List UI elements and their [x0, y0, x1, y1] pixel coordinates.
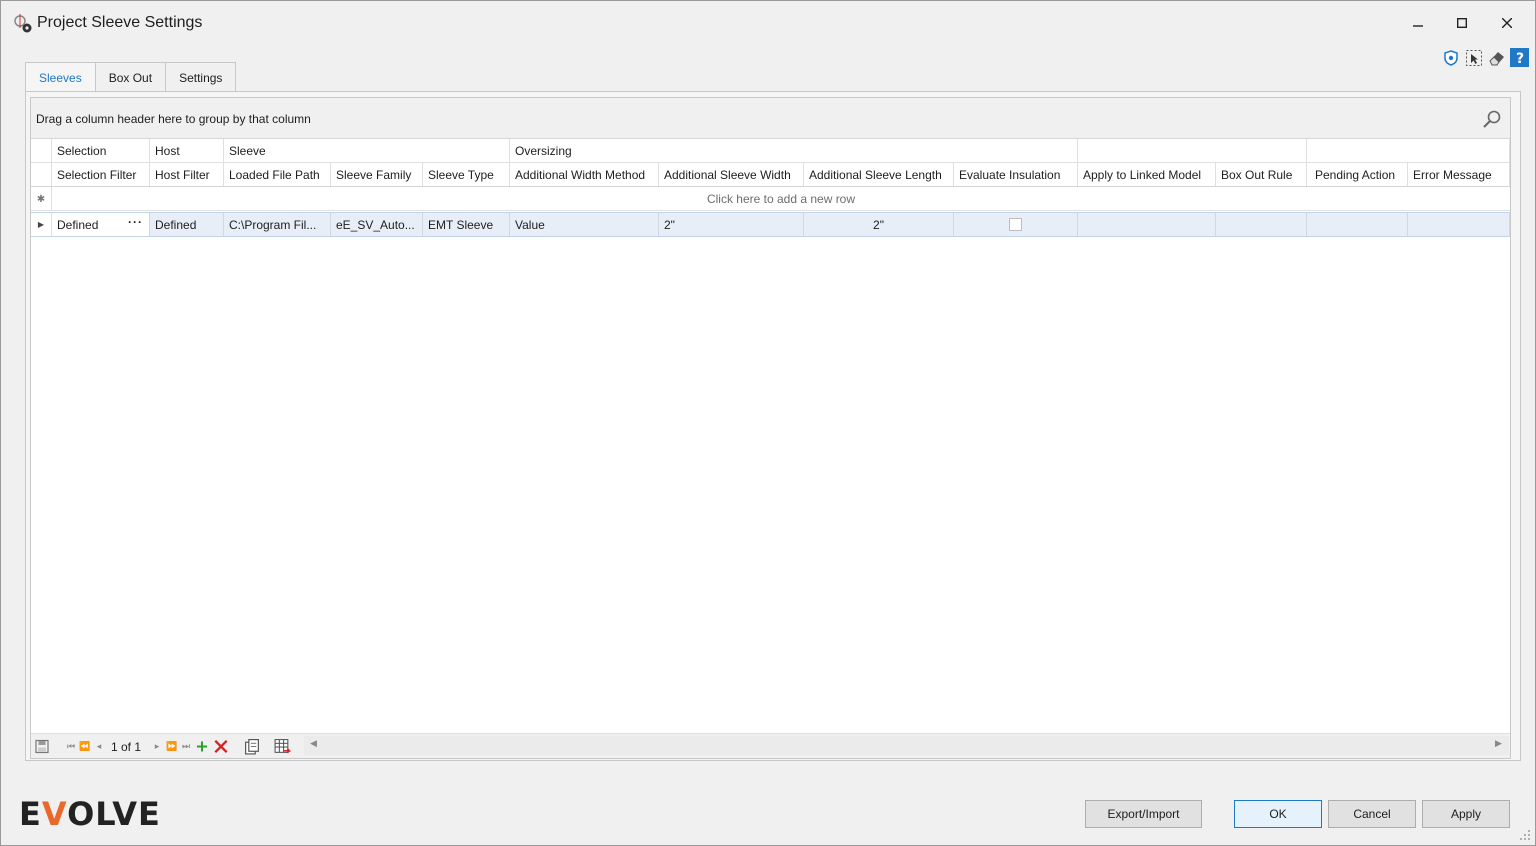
evaluate-insulation-checkbox[interactable]: [1009, 218, 1022, 231]
sleeve-settings-app-icon: [14, 14, 32, 33]
new-item-row[interactable]: ✱ Click here to add a new row: [31, 187, 1510, 211]
band-header-selection[interactable]: Selection: [52, 139, 150, 162]
copy-icon[interactable]: [243, 738, 261, 755]
table-row[interactable]: ▶ Defined ··· Defined C:\Program Fil... …: [31, 212, 1510, 237]
selection-filter-value: Defined: [57, 217, 99, 232]
search-icon[interactable]: [1481, 108, 1503, 130]
close-button[interactable]: [1484, 9, 1530, 37]
column-header-evaluate-insulation[interactable]: Evaluate Insulation: [954, 163, 1078, 186]
column-header-sleeve-type[interactable]: Sleeve Type: [423, 163, 510, 186]
cell-host-filter[interactable]: Defined: [150, 213, 224, 236]
column-header-box-out-rule[interactable]: Box Out Rule: [1216, 163, 1307, 186]
band-header-blank-1[interactable]: [1078, 139, 1307, 162]
group-by-panel[interactable]: Drag a column header here to group by th…: [31, 98, 1510, 139]
tab-settings[interactable]: Settings: [165, 62, 237, 92]
new-row-hint: Click here to add a new row: [706, 192, 856, 206]
column-header-spacer: [31, 163, 52, 186]
toolbar-icons: ?: [1441, 48, 1529, 68]
cell-pending-action[interactable]: [1307, 213, 1408, 236]
cell-evaluate-insulation[interactable]: [954, 213, 1078, 236]
cell-additional-sleeve-length[interactable]: 2": [804, 213, 954, 236]
delete-record-icon[interactable]: [213, 738, 229, 755]
cell-selection-filter[interactable]: Defined ···: [52, 213, 150, 236]
tab-box-out[interactable]: Box Out: [94, 62, 167, 92]
window-title: Project Sleeve Settings: [37, 14, 203, 31]
band-header-spacer: [31, 139, 52, 162]
ok-button[interactable]: OK: [1234, 800, 1322, 828]
row-indicator-arrow-icon[interactable]: ▶: [31, 213, 52, 236]
column-header-host-filter[interactable]: Host Filter: [150, 163, 224, 186]
maximize-button[interactable]: [1439, 9, 1485, 37]
band-header-blank-2[interactable]: [1307, 139, 1510, 162]
column-header-additional-width-method[interactable]: Additional Width Method: [510, 163, 659, 186]
sleeves-grid: Drag a column header here to group by th…: [30, 97, 1511, 759]
cell-sleeve-family[interactable]: eE_SV_Auto...: [331, 213, 423, 236]
band-header-sleeve[interactable]: Sleeve: [224, 139, 510, 162]
cell-error-message[interactable]: [1408, 213, 1510, 236]
tab-strip: Sleeves Box Out Settings: [25, 62, 237, 93]
shield-icon[interactable]: [1441, 48, 1460, 67]
column-header-selection-filter[interactable]: Selection Filter: [52, 163, 150, 186]
svg-text:?: ?: [1515, 51, 1523, 66]
group-by-hint: Drag a column header here to group by th…: [36, 112, 311, 126]
tab-sleeves[interactable]: Sleeves: [25, 62, 96, 93]
project-sleeve-settings-window: Project Sleeve Settings ? Sleeves Box Ou…: [0, 0, 1536, 846]
column-header-additional-sleeve-length[interactable]: Additional Sleeve Length: [804, 163, 954, 186]
evolve-logo-text: EVOLVE: [19, 795, 161, 833]
eraser-icon[interactable]: [1487, 48, 1506, 67]
record-position: 1 of 1: [111, 740, 142, 754]
ellipsis-button[interactable]: ···: [128, 215, 143, 229]
minimize-icon: [1413, 25, 1423, 27]
add-record-icon[interactable]: [195, 738, 209, 755]
scroll-right-icon[interactable]: ▶: [1495, 738, 1502, 749]
last-page-icon[interactable]: ⏭: [180, 738, 192, 755]
column-header-row: Selection Filter Host Filter Loaded File…: [31, 163, 1510, 187]
cell-additional-width-method[interactable]: Value: [510, 213, 659, 236]
apply-button[interactable]: Apply: [1422, 800, 1510, 828]
band-header-host[interactable]: Host: [150, 139, 224, 162]
column-header-error-message[interactable]: Error Message: [1408, 163, 1510, 186]
column-header-additional-sleeve-width[interactable]: Additional Sleeve Width: [659, 163, 804, 186]
column-header-pending-action[interactable]: Pending Action: [1307, 163, 1408, 186]
close-icon: [1502, 18, 1512, 28]
first-page-icon[interactable]: ⏮: [65, 738, 77, 755]
next-record-icon[interactable]: ▸: [152, 738, 162, 755]
column-header-apply-to-linked-model[interactable]: Apply to Linked Model: [1078, 163, 1216, 186]
help-icon[interactable]: ?: [1510, 48, 1529, 67]
selection-icon[interactable]: [1464, 48, 1483, 67]
new-row-asterisk-icon: ✱: [31, 187, 52, 211]
cell-additional-sleeve-width[interactable]: 2": [659, 213, 804, 236]
cell-sleeve-type[interactable]: EMT Sleeve: [423, 213, 510, 236]
cell-loaded-file-path[interactable]: C:\Program Fil...: [224, 213, 331, 236]
minimize-button[interactable]: [1395, 9, 1441, 37]
column-header-sleeve-family[interactable]: Sleeve Family: [331, 163, 423, 186]
cell-apply-to-linked-model[interactable]: [1078, 213, 1216, 236]
evolve-logo: EVOLVE: [19, 795, 161, 833]
export-grid-icon[interactable]: [273, 738, 291, 755]
previous-record-icon[interactable]: ◂: [94, 738, 104, 755]
cancel-button[interactable]: Cancel: [1328, 800, 1416, 828]
band-header-oversizing[interactable]: Oversizing: [510, 139, 1078, 162]
maximize-icon: [1457, 18, 1467, 28]
column-header-loaded-file-path[interactable]: Loaded File Path: [224, 163, 331, 186]
save-icon[interactable]: [35, 738, 49, 755]
resize-grip-icon[interactable]: [1519, 829, 1531, 841]
cell-box-out-rule[interactable]: [1216, 213, 1307, 236]
previous-page-icon[interactable]: ⏪: [79, 738, 91, 755]
data-navigator: ⏮ ⏪ ◂ 1 of 1 ▸ ⏩ ⏭ ◀ ▶: [31, 733, 1510, 758]
next-page-icon[interactable]: ⏩: [166, 738, 178, 755]
band-header-row: Selection Host Sleeve Oversizing: [31, 139, 1510, 163]
horizontal-scrollbar[interactable]: ◀ ▶: [304, 736, 1509, 755]
title-bar[interactable]: Project Sleeve Settings: [1, 1, 1535, 45]
export-import-button[interactable]: Export/Import: [1085, 800, 1202, 828]
scroll-left-icon[interactable]: ◀: [310, 738, 317, 749]
